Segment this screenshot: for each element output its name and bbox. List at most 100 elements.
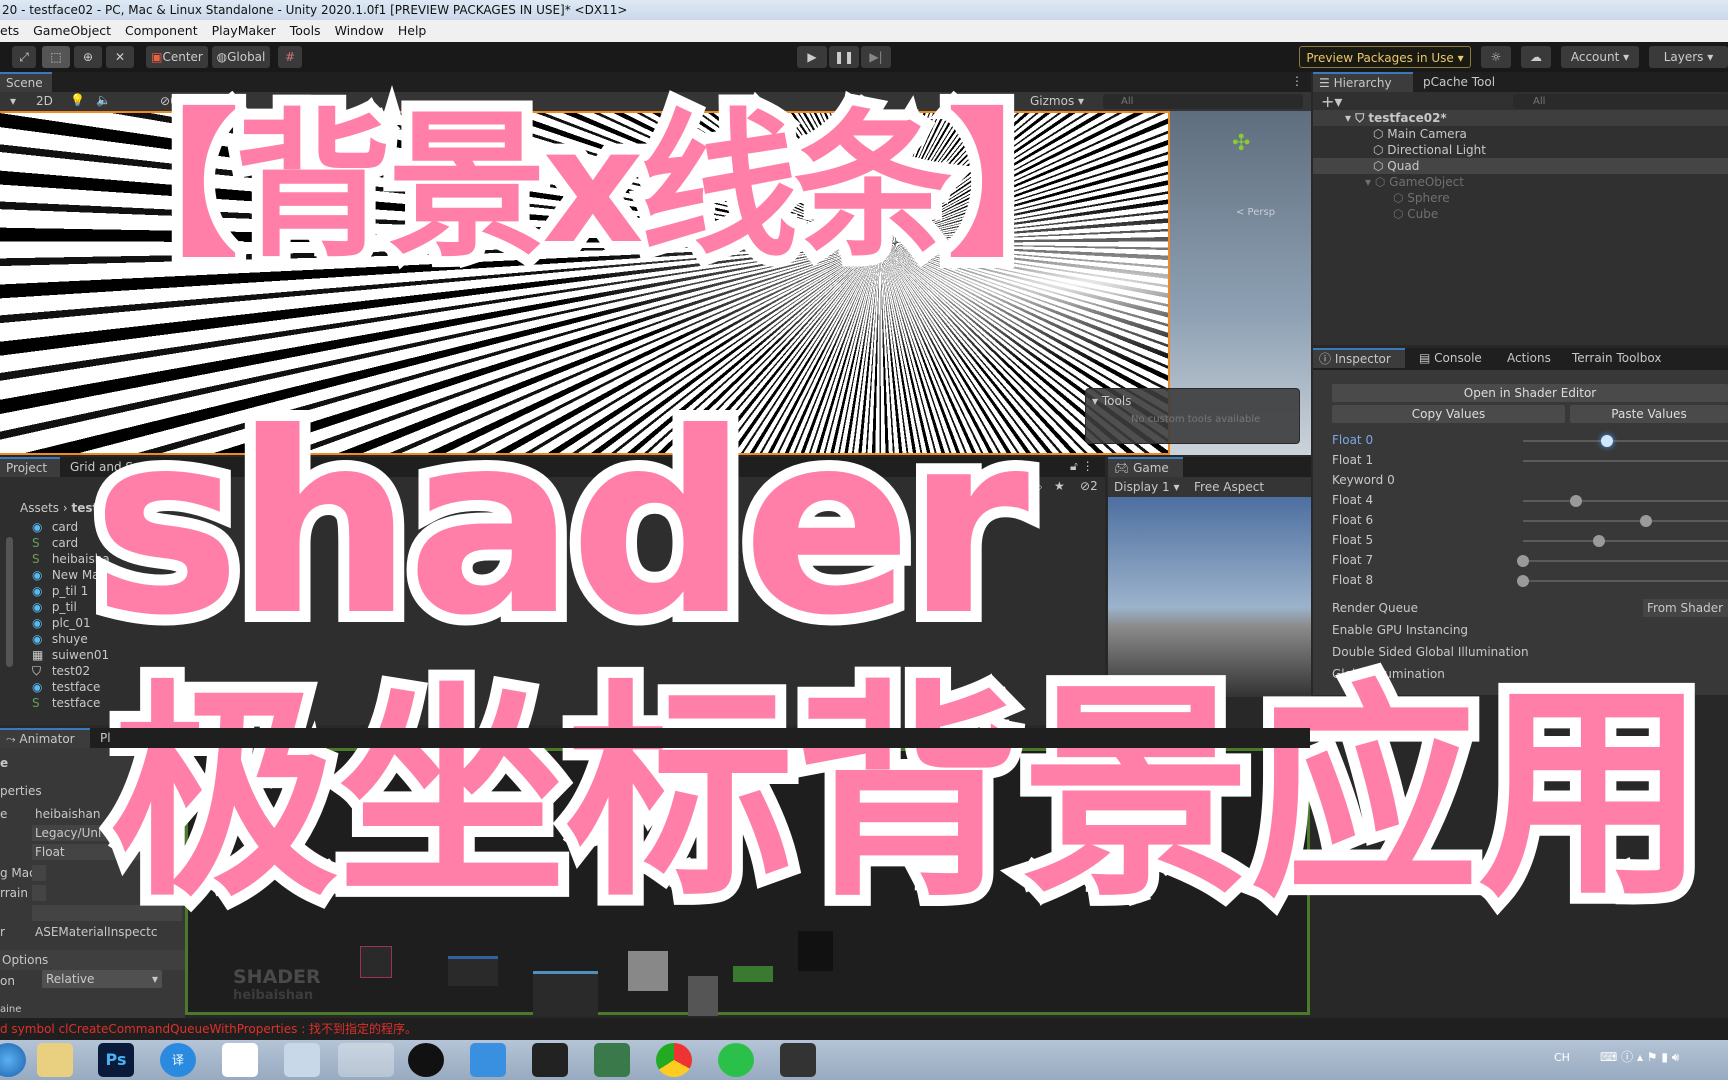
menu-playmaker[interactable]: PlayMaker <box>212 20 276 42</box>
field-checkbox[interactable] <box>32 865 46 881</box>
preview-packages-dropdown[interactable]: Preview Packages in Use ▾ <box>1299 46 1471 68</box>
more-icon[interactable]: ⋮ <box>1291 74 1303 88</box>
edge-dev-icon[interactable] <box>338 1043 394 1077</box>
open-shader-editor-button[interactable]: Open in Shader Editor <box>1332 384 1728 402</box>
graph-node[interactable] <box>733 966 773 982</box>
play-button[interactable]: ▶ <box>797 46 827 68</box>
render-queue-dropdown[interactable]: From Shader <box>1643 599 1728 617</box>
graph-node[interactable] <box>628 951 668 991</box>
tab-inspector[interactable]: ⓘ Inspector <box>1313 348 1405 368</box>
property-slider[interactable] <box>1523 435 1728 447</box>
draw-mode-dropdown[interactable]: ▾ <box>10 94 16 108</box>
relative-dropdown[interactable]: Relative ▾ <box>42 970 162 988</box>
pivot-center-button[interactable]: ▣Center <box>146 46 208 68</box>
display-dropdown[interactable]: Display 1 ▾ <box>1114 480 1180 494</box>
graph-node[interactable] <box>798 931 833 971</box>
paste-values-button[interactable]: Paste Values <box>1570 405 1728 423</box>
tools-icon[interactable]: ✕ <box>106 46 134 68</box>
project-item[interactable]: S testface <box>32 695 100 711</box>
project-item[interactable]: ◉ shuye <box>32 631 88 647</box>
tab-console[interactable]: ▤ Console <box>1413 348 1488 368</box>
chrome-icon[interactable] <box>656 1043 692 1077</box>
slider-thumb[interactable] <box>1517 555 1529 567</box>
baidu-netdisk-icon[interactable] <box>222 1043 258 1077</box>
slider-thumb[interactable] <box>1517 575 1529 587</box>
tab-scene[interactable]: Scene <box>0 72 52 92</box>
lock-icon[interactable]: 🔓︎ ⋮ <box>1070 459 1094 474</box>
qq-icon[interactable] <box>408 1043 444 1077</box>
field-checkbox[interactable] <box>32 885 46 901</box>
transform-tool-icon[interactable]: ⬚ <box>42 46 70 68</box>
project-item[interactable]: ◉ testface <box>32 679 100 695</box>
photoshop-icon[interactable]: Ps <box>98 1043 134 1077</box>
property-slider[interactable] <box>1523 495 1728 507</box>
menu-help[interactable]: Help <box>398 20 427 42</box>
feishu-icon[interactable] <box>470 1043 506 1077</box>
graph-node[interactable] <box>360 946 392 978</box>
bilibili-icon[interactable] <box>780 1043 816 1077</box>
tab-terrain-toolbox[interactable]: Terrain Toolbox <box>1566 348 1667 368</box>
hierarchy-item[interactable]: ▾ ⬡ GameObject <box>1313 174 1728 190</box>
slider-thumb[interactable] <box>1592 535 1605 547</box>
tab-game[interactable]: 🎮︎ Game <box>1108 457 1183 477</box>
property-slider[interactable] <box>1517 575 1728 587</box>
project-item[interactable]: ◉ p_til <box>32 599 77 615</box>
tab-playmaker[interactable]: Pl <box>94 728 117 748</box>
translate-icon[interactable]: 译 <box>160 1043 196 1077</box>
tab-animator[interactable]: ⤳ Animator <box>0 728 90 748</box>
collab-icon[interactable]: ☼ <box>1481 46 1511 68</box>
tab-project[interactable]: Project <box>0 457 60 477</box>
custom-tool-icon[interactable]: ⊕ <box>74 46 102 68</box>
property-slider[interactable] <box>1523 535 1728 547</box>
copy-values-button[interactable]: Copy Values <box>1332 405 1565 423</box>
property-slider[interactable] <box>1523 515 1728 527</box>
explorer-icon[interactable] <box>37 1043 73 1077</box>
scene-search-input[interactable]: All <box>1103 94 1303 109</box>
project-item[interactable]: ◉ p_til 1 <box>32 583 88 599</box>
rect-tool-icon[interactable]: ⤢ <box>12 46 36 68</box>
scene-root-item[interactable]: ▾ ⛉ testface02* <box>1313 110 1728 126</box>
favorite-icon[interactable]: ★ <box>1054 479 1065 493</box>
menu-tools[interactable]: Tools <box>290 20 321 42</box>
project-item[interactable]: ⛉ test02 <box>32 663 90 679</box>
pivot-global-button[interactable]: ◍Global <box>212 46 270 68</box>
aspect-dropdown[interactable]: Free Aspect <box>1194 480 1264 494</box>
scene-gizmo-icon[interactable]: ✣ <box>1232 131 1250 156</box>
project-item[interactable]: S card <box>32 535 78 551</box>
project-scrollbar[interactable] <box>6 537 13 667</box>
step-button[interactable]: ▶| <box>861 46 891 68</box>
property-slider[interactable] <box>1523 460 1728 462</box>
hierarchy-item[interactable]: ⬡ Sphere <box>1313 190 1728 206</box>
menu-assets[interactable]: ets <box>0 20 19 42</box>
app-icon[interactable] <box>594 1043 630 1077</box>
cloud-icon[interactable]: ☁ <box>1521 46 1551 68</box>
add-button[interactable]: +▾ <box>1321 92 1342 111</box>
graph-node[interactable] <box>688 976 718 1016</box>
hierarchy-item[interactable]: ⬡ Cube <box>1313 206 1728 222</box>
graph-node[interactable] <box>448 956 498 986</box>
console-error-line[interactable]: d symbol clCreateCommandQueueWithPropert… <box>0 1018 1728 1040</box>
property-slider[interactable] <box>1517 555 1728 567</box>
tray-icons[interactable]: ⌨ ⓘ ▴ ⚑ ▮ 🔊︎ <box>1600 1048 1679 1065</box>
project-item[interactable]: ◉ plc_01 <box>32 615 91 631</box>
wechat-icon[interactable] <box>718 1043 754 1077</box>
slider-thumb[interactable] <box>1601 435 1614 447</box>
unity-icon[interactable] <box>532 1043 568 1077</box>
calculator-icon[interactable] <box>284 1043 320 1077</box>
hidden-packages-count[interactable]: ⊘2 <box>1080 479 1098 493</box>
options-header[interactable]: Options <box>0 950 185 970</box>
menu-gameobject[interactable]: GameObject <box>33 20 111 42</box>
graph-node[interactable] <box>533 971 598 1016</box>
hierarchy-item[interactable]: ⬡ Main Camera <box>1313 126 1728 142</box>
start-button[interactable] <box>0 1043 26 1077</box>
tab-hierarchy[interactable]: ☰ Hierarchy <box>1313 72 1413 92</box>
menu-window[interactable]: Window <box>335 20 384 42</box>
input-language[interactable]: CH <box>1554 1051 1570 1064</box>
pause-button[interactable]: ❚❚ <box>829 46 859 68</box>
slider-thumb[interactable] <box>1640 515 1652 527</box>
hierarchy-search-input[interactable]: All <box>1513 94 1728 109</box>
filter-label-icon[interactable]: 🏷︎ <box>1028 479 1043 493</box>
grid-snap-icon[interactable]: # <box>278 46 302 68</box>
tools-title[interactable]: ▾ Tools <box>1092 394 1131 408</box>
menu-component[interactable]: Component <box>125 20 198 42</box>
